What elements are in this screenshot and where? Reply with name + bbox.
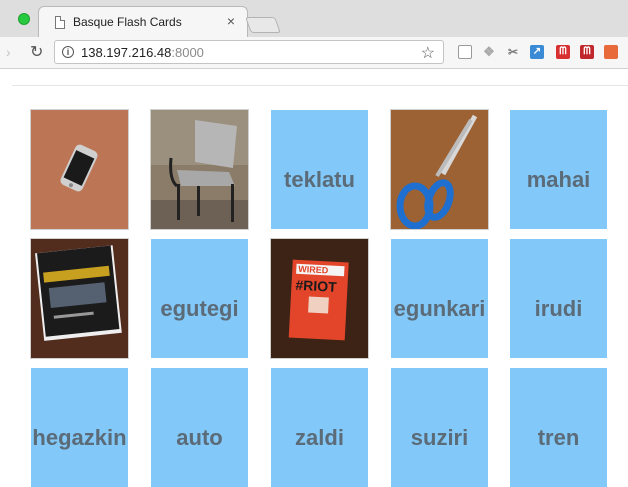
flash-card-teklatu[interactable]: teklatu [271, 110, 368, 229]
arrow-extension-icon[interactable]: ↗ [530, 45, 544, 59]
page-favicon-icon [55, 16, 65, 29]
magazine-photo-icon: WIRED #RIOT [271, 239, 368, 358]
bookmark-star-icon[interactable]: ☆ [421, 43, 435, 63]
card-word: egunkari [393, 295, 486, 321]
card-word: zaldi [295, 424, 344, 450]
new-tab-button[interactable] [245, 17, 281, 33]
chair-photo-icon [151, 110, 248, 229]
flash-card-auto[interactable]: auto [151, 368, 248, 487]
magazine-cover-text: #RIOT [295, 277, 337, 295]
browser-tab[interactable]: Basque Flash Cards × [38, 6, 248, 37]
flash-card-chair[interactable] [151, 110, 248, 229]
document-extension-icon[interactable] [458, 45, 472, 59]
address-bar[interactable]: i 138.197.216.48:8000 ☆ [54, 40, 444, 64]
flash-card-egutegi[interactable]: egutegi [151, 239, 248, 358]
m-alt-extension-icon[interactable]: ᗰ [580, 45, 594, 59]
flash-card-suziri[interactable]: suziri [391, 368, 488, 487]
flash-card-tren[interactable]: tren [510, 368, 607, 487]
scissors-photo-icon [391, 110, 488, 229]
url-port: :8000 [171, 45, 204, 60]
book-extension-icon[interactable] [604, 45, 618, 59]
tab-close-button[interactable]: × [227, 13, 235, 29]
info-icon[interactable]: i [62, 46, 74, 58]
dropbox-extension-icon[interactable]: ❖ [482, 45, 496, 59]
flash-card-phone[interactable] [31, 110, 128, 229]
card-word: suziri [410, 424, 469, 450]
book-photo-icon [31, 239, 128, 358]
url-text[interactable]: 138.197.216.48:8000 [81, 45, 204, 60]
flash-card-egunkari[interactable]: egunkari [391, 239, 488, 358]
card-word: teklatu [284, 166, 355, 192]
tab-strip: Basque Flash Cards × [0, 0, 628, 37]
flash-card-zaldi[interactable]: zaldi [271, 368, 368, 487]
card-word: hegazkin [32, 424, 127, 450]
flash-card-scissors[interactable] [391, 110, 488, 229]
clipper-extension-icon[interactable]: ✂ [506, 45, 520, 59]
url-host: 138.197.216.48 [81, 45, 172, 60]
flash-card-book[interactable] [31, 239, 128, 358]
content-divider [12, 85, 628, 86]
flash-card-mahai[interactable]: mahai [510, 110, 607, 229]
forward-arrow-icon[interactable]: › [6, 44, 11, 60]
magazine-masthead-text: WIRED [298, 264, 329, 276]
reload-icon[interactable]: ↻ [30, 42, 43, 62]
flash-card-magazine[interactable]: WIRED #RIOT [271, 239, 368, 358]
m-extension-icon[interactable]: ᗰ [556, 45, 570, 59]
card-word: egutegi [160, 295, 239, 321]
card-word: auto [176, 424, 223, 450]
card-word: irudi [534, 295, 583, 321]
flash-card-irudi[interactable]: irudi [510, 239, 607, 358]
tab-title: Basque Flash Cards [73, 15, 182, 29]
card-word: tren [537, 424, 580, 450]
phone-photo-icon [31, 110, 128, 229]
window-close-button[interactable] [18, 13, 30, 25]
card-word: mahai [526, 166, 591, 192]
browser-toolbar: › ↻ i 138.197.216.48:8000 ☆ ❖ ✂ ↗ ᗰ ᗰ [0, 37, 628, 69]
flash-card-hegazkin[interactable]: hegazkin [31, 368, 128, 487]
